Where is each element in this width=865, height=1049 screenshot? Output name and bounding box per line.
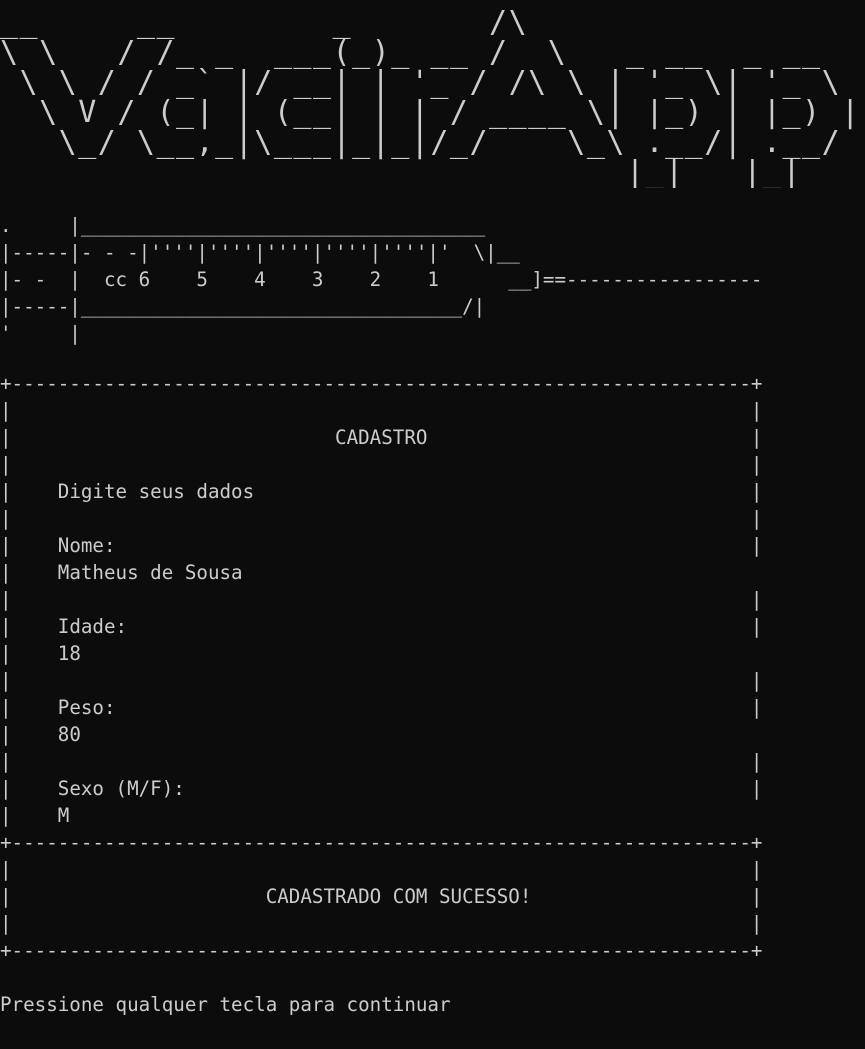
field-value-row: | Matheus de Sousa [0,561,243,584]
form-border-side: | | [0,399,763,422]
field-value-row: | M [0,804,70,827]
weight-input[interactable]: 80 [58,723,81,746]
form-subtitle-row: | Digite seus dados | [0,480,763,503]
form-border-mid: +---------------------------------------… [0,831,763,854]
form-border-side: | | [0,507,763,530]
continue-prompt: Pressione qualquer tecla para continuar [0,993,451,1016]
syringe-line: |- - | cc 6 5 4 3 2 1 __]==-------------… [0,268,763,291]
form-title-row: | CADASTRO | [0,426,763,449]
field-value-row: | 18 [0,642,81,665]
name-label: Nome: [57,534,116,557]
field-label-row: | Idade: | [0,615,763,638]
success-row: | CADASTRADO COM SUCESSO! | [0,885,763,908]
form-title: CADASTRO [335,426,428,449]
field-value-row: | 80 [0,723,81,746]
form-border-side: | | [0,669,763,692]
sex-label: Sexo (M/F): [57,777,185,800]
success-message: CADASTRADO COM SUCESSO! [265,885,532,908]
field-label-row: | Sexo (M/F): | [0,777,763,800]
ascii-logo-line: |_| |_| [0,155,803,188]
console-window: __ __ _ /\ \ \ / /_ _ ___(_)_ __ / \ _ _… [0,0,865,1049]
name-input[interactable]: Matheus de Sousa [58,561,243,584]
form-border-side: | | [0,858,763,881]
form-border-top: +---------------------------------------… [0,372,763,395]
age-label: Idade: [57,615,128,638]
form-subtitle: Digite seus dados [57,480,255,503]
form-border-side: | | [0,588,763,611]
form-border-side: | | [0,912,763,935]
syringe-line: |-----|_________________________________… [0,295,486,318]
syringe-line: |-----|- - -|''''|''''|''''|''''|''''|' … [0,241,520,264]
syringe-line: . |___________________________________ [0,214,486,237]
weight-label: Peso: [57,696,116,719]
field-label-row: | Nome: | [0,534,763,557]
age-input[interactable]: 18 [58,642,81,665]
field-label-row: | Peso: | [0,696,763,719]
syringe-line: ' | [0,322,81,345]
sex-input[interactable]: M [58,804,70,827]
vacinapp-ascii-logo: __ __ _ /\ \ \ / /_ _ ___(_)_ __ / \ _ _… [0,8,865,188]
form-border-bottom: +---------------------------------------… [0,939,763,962]
form-border-side: | | [0,453,763,476]
form-border-side: | | [0,750,763,773]
